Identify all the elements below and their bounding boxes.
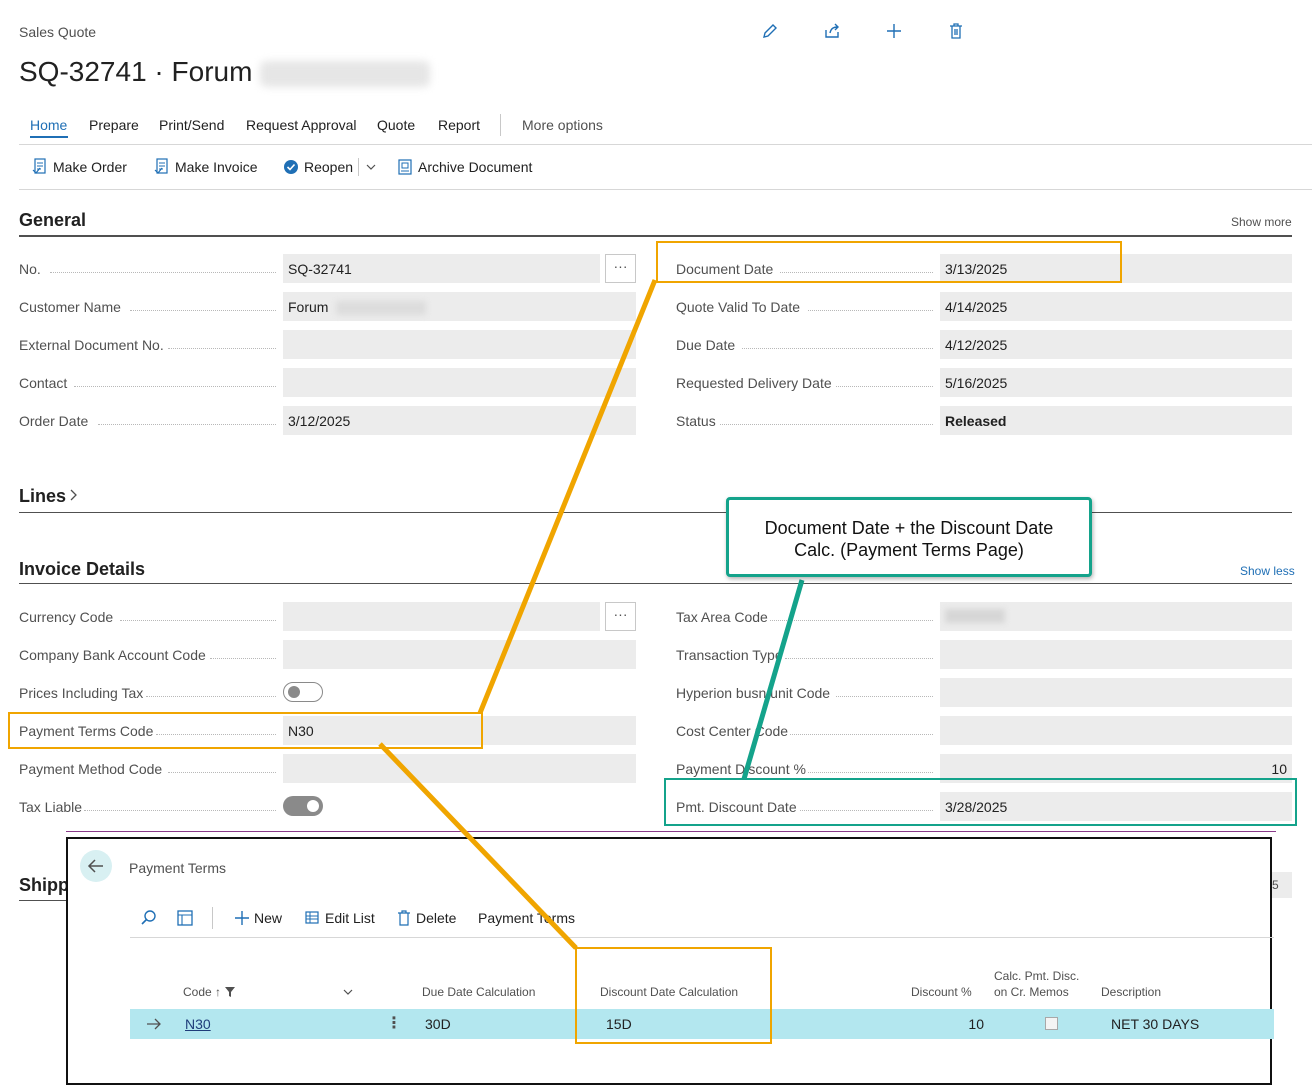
annotation-arrows	[378, 279, 805, 950]
callout-line-2: Calc. (Payment Terms Page)	[794, 540, 1024, 560]
discount-date-calc-highlight	[575, 947, 772, 1044]
document-date-highlight	[656, 241, 1122, 283]
payment-terms-code-highlight	[8, 712, 483, 749]
annotation-callout: Document Date + the Discount Date Calc. …	[726, 497, 1092, 577]
callout-line-1: Document Date + the Discount Date	[764, 518, 1054, 538]
teal-connector	[741, 579, 805, 780]
pmt-discount-date-highlight	[664, 778, 1297, 826]
orange-connector	[477, 279, 658, 714]
orange-connector	[378, 742, 578, 950]
